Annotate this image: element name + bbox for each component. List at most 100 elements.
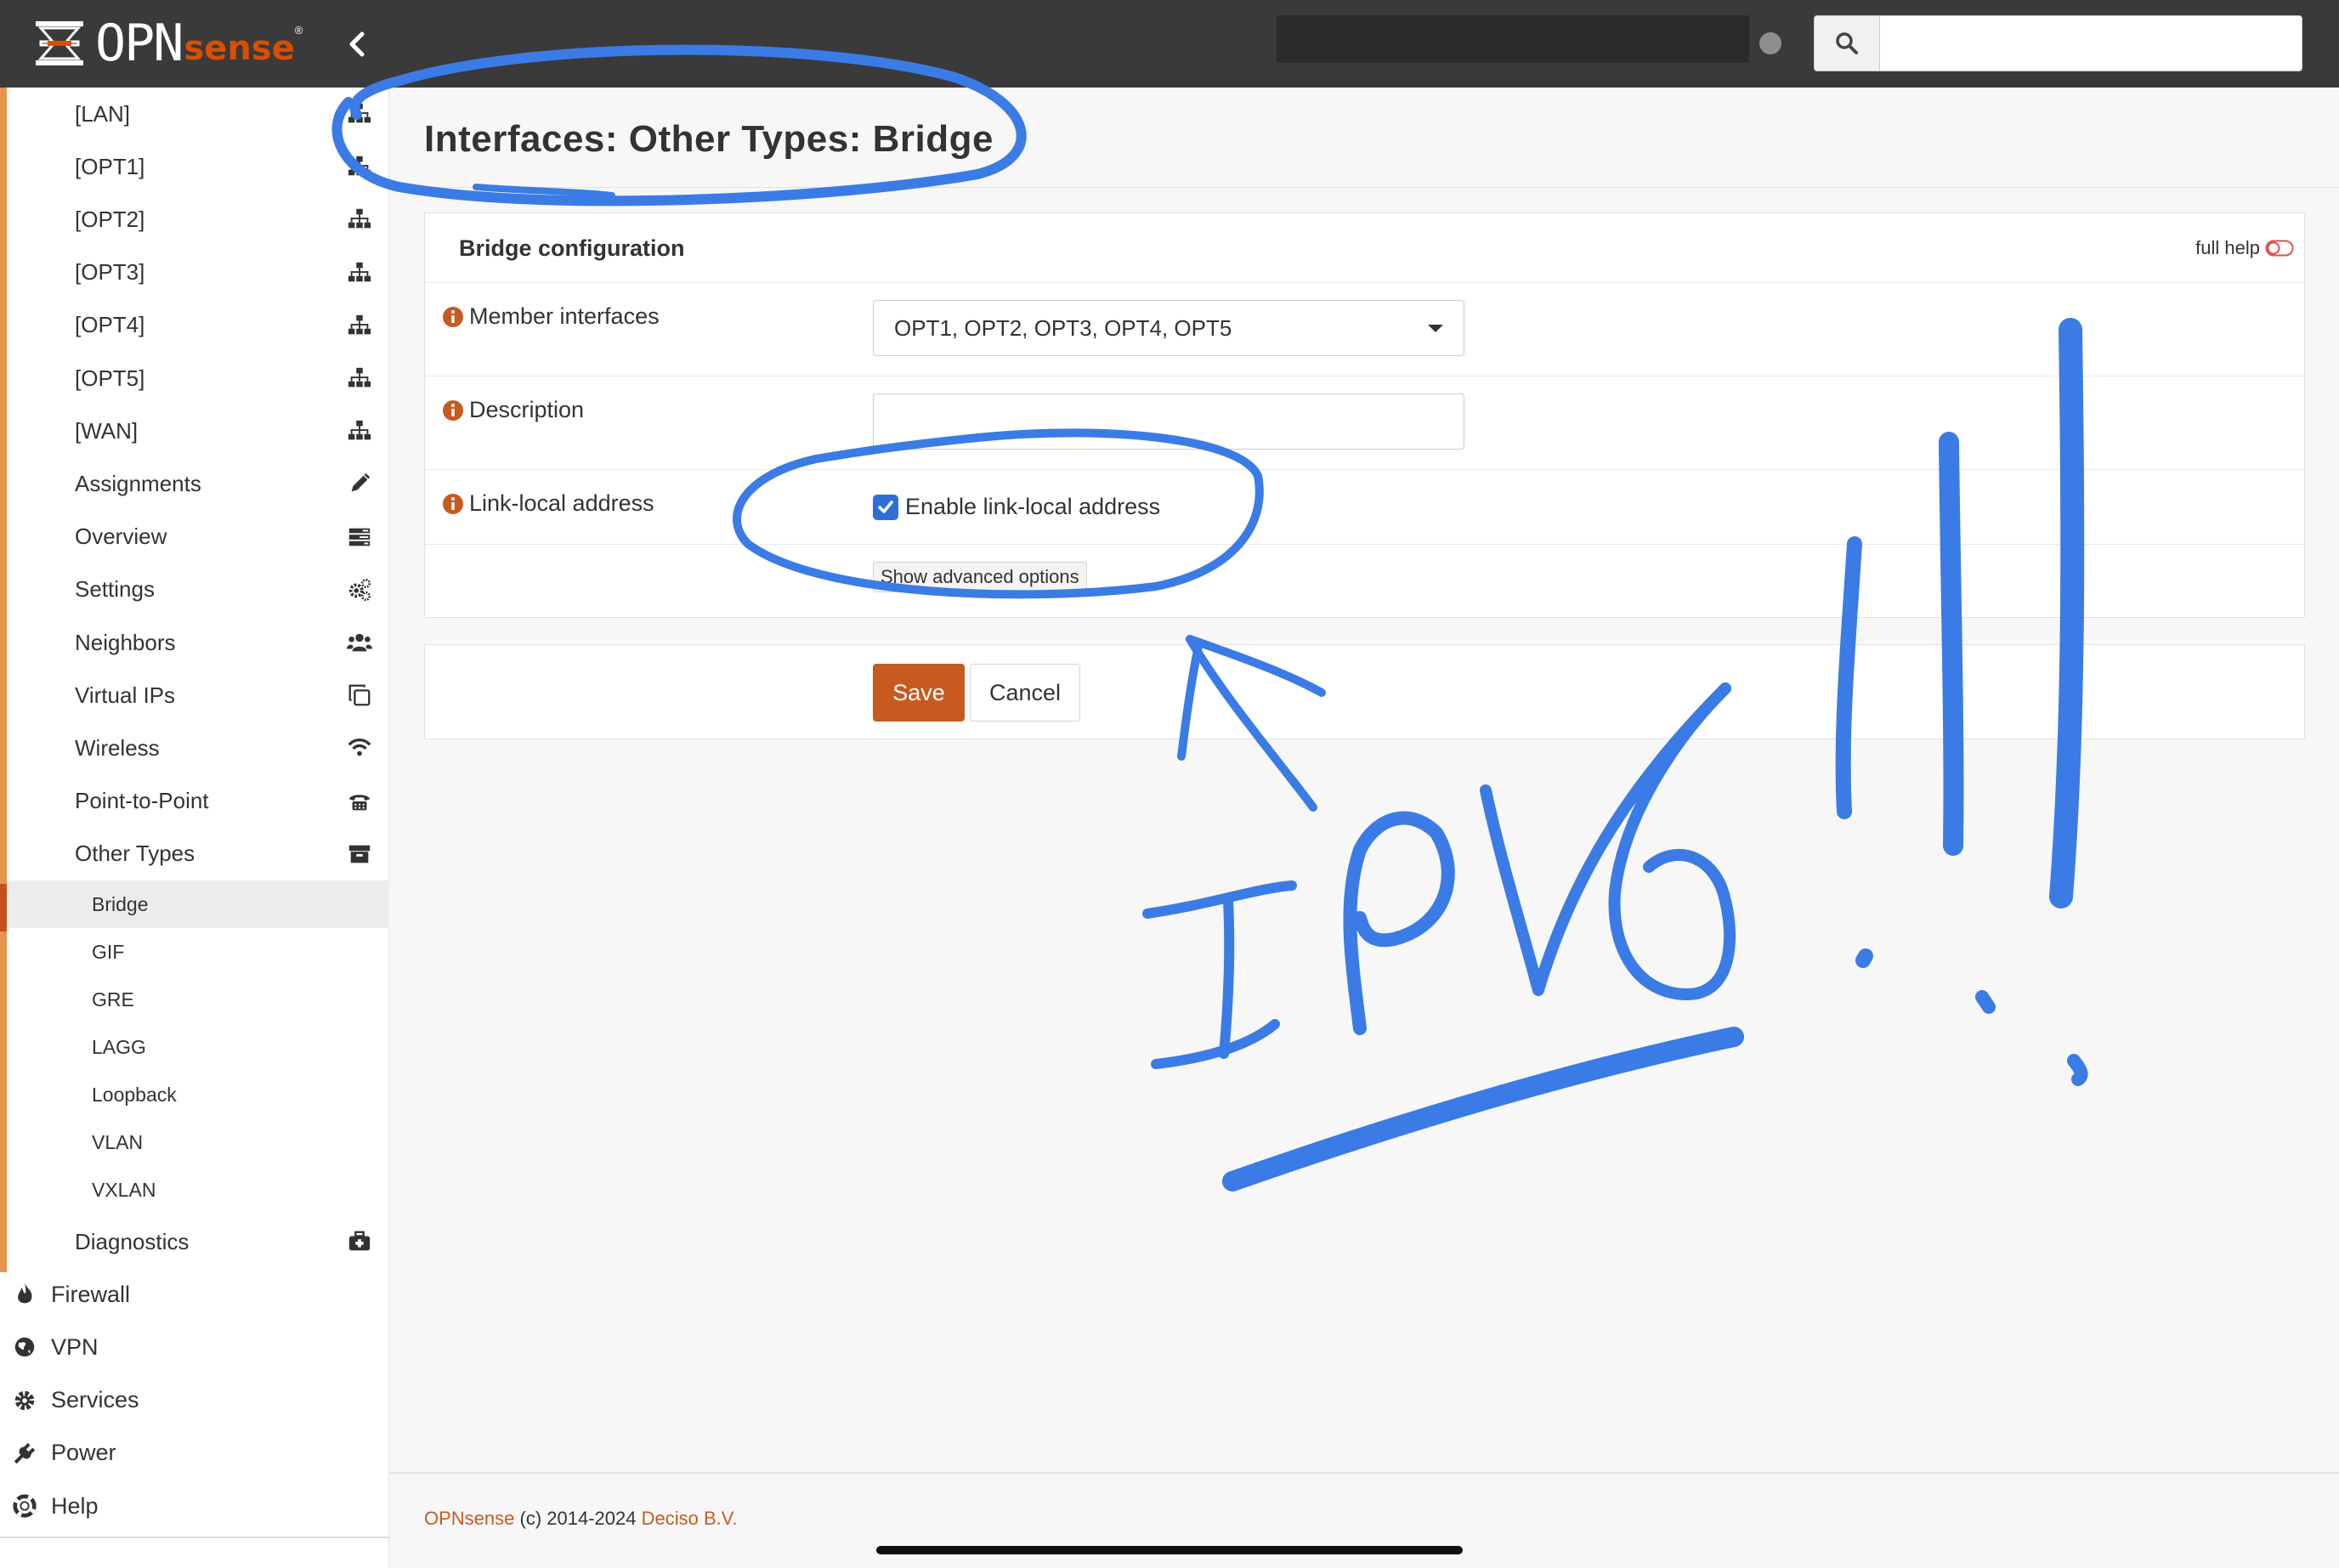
sidebar-item-wireless[interactable]: Wireless: [7, 722, 389, 774]
search-input[interactable]: [1879, 15, 2302, 71]
sidebar-item-label: Assignments: [75, 470, 201, 496]
member-interfaces-label: Member interfaces: [469, 303, 660, 329]
checkmark-icon: [878, 500, 893, 513]
annotation-underline: [1222, 1027, 1744, 1192]
logo-sense-text: sense: [184, 29, 295, 68]
sidebar-divider: [0, 1537, 389, 1538]
medkit-icon: [348, 1231, 371, 1251]
full-help-label: full help: [2195, 237, 2260, 258]
ios-home-indicator: [876, 1546, 1463, 1554]
sidebar-subitem-vxlan[interactable]: VXLAN: [7, 1166, 389, 1214]
sidebar-subitem-label: Loopback: [92, 1083, 177, 1106]
full-help-toggle[interactable]: full help: [2195, 237, 2294, 259]
sidebar-menu-label: Power: [51, 1440, 116, 1466]
sitemap-icon: [348, 421, 371, 440]
sidebar-item-opt5[interactable]: [OPT5]: [7, 352, 389, 405]
phone-icon: [348, 794, 371, 810]
sidebar-menu-services[interactable]: Services: [0, 1374, 389, 1427]
sidebar-item-opt1[interactable]: [OPT1]: [7, 140, 389, 193]
search-button[interactable]: [1814, 15, 1880, 71]
sitemap-icon: [348, 314, 371, 335]
search-icon: [1836, 32, 1858, 54]
sidebar-subitem-lagg[interactable]: LAGG: [7, 1023, 389, 1071]
sidebar-menu-help[interactable]: Help: [0, 1480, 389, 1532]
sidebar-item-lan[interactable]: [LAN]: [7, 88, 389, 140]
sidebar-item-opt3[interactable]: [OPT3]: [7, 246, 389, 299]
sidebar-item-label: Point-to-Point: [75, 788, 209, 814]
pencil-icon: [351, 473, 371, 492]
sidebar-item-label: Neighbors: [75, 629, 176, 655]
sidebar-subitem-label: GRE: [92, 988, 134, 1010]
sidebar-item-label: [OPT1]: [75, 153, 145, 179]
sidebar-menu-label: Help: [51, 1492, 99, 1519]
sidebar-subitem-label: LAGG: [92, 1035, 146, 1058]
sidebar-menu-label: VPN: [51, 1333, 99, 1360]
advanced-row: Show advanced options: [425, 545, 2304, 618]
footer-brand-link[interactable]: OPNsense: [424, 1508, 514, 1529]
info-circle-icon[interactable]: [442, 306, 464, 328]
sidebar-item-label: [LAN]: [75, 100, 131, 127]
plug-icon: [14, 1442, 36, 1463]
user-info-box: [1277, 15, 1749, 63]
sidebar-item-virtual-ips[interactable]: Virtual IPs: [7, 669, 389, 722]
sidebar-item-wan[interactable]: [WAN]: [7, 405, 389, 457]
footer-company-link[interactable]: Deciso B.V.: [642, 1508, 738, 1529]
sitemap-icon: [348, 156, 371, 176]
sidebar-item-opt4[interactable]: [OPT4]: [7, 299, 389, 352]
link-local-row: Link-local address Enable link-local add…: [425, 470, 2304, 545]
sidebar-item-label: [OPT4]: [75, 312, 145, 338]
sidebar-item-opt2[interactable]: [OPT2]: [7, 193, 389, 246]
annotation-letter-i: [1142, 880, 1297, 1069]
cancel-button[interactable]: Cancel: [970, 664, 1080, 722]
cog-icon: [14, 1390, 35, 1410]
sitemap-icon: [348, 367, 371, 388]
sidebar-item-label: Other Types: [75, 841, 195, 867]
link-local-label-wrap: Link-local address: [442, 490, 654, 517]
sidebar-menu-firewall[interactable]: Firewall: [0, 1268, 389, 1321]
top-navbar: OPN sense ®: [0, 0, 2339, 88]
save-button[interactable]: Save: [873, 664, 965, 722]
sidebar-subitem-gre[interactable]: GRE: [7, 976, 389, 1023]
description-input[interactable]: [873, 393, 1464, 450]
annotation-letter-p: [1343, 811, 1455, 1035]
sidebar-item-assignments[interactable]: Assignments: [7, 457, 389, 510]
footer-divider: [390, 1472, 2339, 1474]
sidebar-menu-vpn[interactable]: VPN: [0, 1321, 389, 1373]
sidebar-menu-power[interactable]: Power: [0, 1427, 389, 1480]
page-header: Interfaces: Other Types: Bridge: [390, 88, 2339, 188]
wifi-icon: [348, 739, 371, 756]
footer: OPNsense (c) 2014-2024 Deciso B.V.: [424, 1508, 738, 1530]
sitemap-icon: [348, 209, 371, 229]
member-interfaces-row: Member interfaces OPT1, OPT2, OPT3, OPT4…: [425, 283, 2304, 376]
info-circle-icon[interactable]: [442, 493, 464, 515]
sidebar-item-label: Virtual IPs: [75, 682, 176, 708]
sidebar-item-label: Diagnostics: [75, 1228, 190, 1254]
show-advanced-button[interactable]: Show advanced options: [873, 562, 1087, 592]
opnsense-logo[interactable]: OPN sense ®: [32, 14, 304, 73]
sidebar-subitem-label: Bridge: [92, 892, 149, 915]
sidebar-section-accent: [0, 88, 7, 1272]
sidebar-menu-label: Services: [51, 1387, 139, 1413]
globe-icon: [14, 1338, 35, 1357]
users-icon: [347, 633, 372, 652]
sidebar-item-point-to-point[interactable]: Point-to-Point: [7, 775, 389, 828]
sidebar-subitem-vlan[interactable]: VLAN: [7, 1118, 389, 1166]
fire-icon: [18, 1283, 32, 1304]
sidebar-item-overview[interactable]: Overview: [7, 511, 389, 563]
sidebar-item-neighbors[interactable]: Neighbors: [7, 616, 389, 669]
info-circle-icon[interactable]: [442, 399, 464, 422]
link-local-checkbox-wrap[interactable]: Enable link-local address: [873, 494, 1160, 520]
clone-icon: [348, 684, 371, 706]
sidebar-menu-label: Firewall: [51, 1281, 131, 1307]
sidebar-item-settings[interactable]: Settings: [7, 563, 389, 616]
member-interfaces-select[interactable]: OPT1, OPT2, OPT3, OPT4, OPT5: [873, 300, 1464, 356]
sidebar-subitem-gif[interactable]: GIF: [7, 928, 389, 976]
sidebar-subitem-bridge[interactable]: Bridge: [7, 880, 389, 928]
sidebar-subitem-loopback[interactable]: Loopback: [7, 1071, 389, 1118]
page-title: Interfaces: Other Types: Bridge: [424, 118, 994, 160]
chevron-left-icon[interactable]: [342, 29, 372, 59]
sidebar-item-other-types[interactable]: Other Types: [7, 828, 389, 880]
link-local-checkbox[interactable]: [873, 494, 898, 520]
description-label-wrap: Description: [442, 397, 584, 423]
sidebar-item-diagnostics[interactable]: Diagnostics: [7, 1215, 389, 1268]
